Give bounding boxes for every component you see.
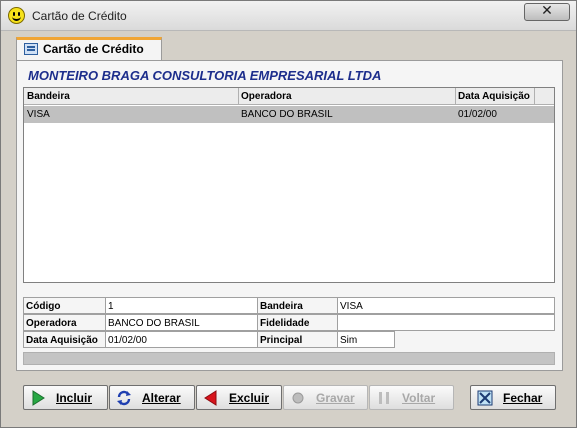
gravar-label: Gravar [316, 391, 355, 405]
operadora-field[interactable]: BANCO DO BRASIL [105, 314, 258, 331]
status-bar [23, 352, 555, 365]
grid-header: Bandeira Operadora Data Aquisição [24, 88, 534, 105]
column-header-data-aquisicao[interactable]: Data Aquisição [458, 91, 530, 102]
fidelidade-label: Fidelidade [257, 314, 338, 331]
operadora-label: Operadora [23, 314, 106, 331]
fechar-label: Fechar [503, 391, 543, 405]
bandeira-field[interactable]: VISA [337, 297, 555, 314]
excluir-label: Excluir [229, 391, 270, 405]
close-window-button[interactable]: ✕ [524, 3, 570, 21]
refresh-icon [117, 390, 131, 406]
play-arrow-icon [32, 390, 45, 406]
close-box-icon [477, 390, 493, 406]
column-header-bandeira[interactable]: Bandeira [27, 91, 70, 102]
codigo-field[interactable]: 1 [105, 297, 258, 314]
voltar-label: Voltar [402, 391, 436, 405]
codigo-label: Código [23, 297, 106, 314]
grid-header-endcap [534, 88, 554, 105]
incluir-button[interactable]: Incluir [23, 385, 108, 410]
alterar-label: Alterar [142, 391, 181, 405]
window-title: Cartão de Crédito [32, 9, 127, 23]
incluir-label: Incluir [56, 391, 93, 405]
cell-bandeira: VISA [27, 109, 50, 120]
title-bar[interactable]: Cartão de Crédito ✕ [1, 1, 576, 31]
principal-field[interactable]: Sim [337, 331, 395, 348]
tab-label: Cartão de Crédito [43, 42, 144, 56]
bandeira-label: Bandeira [257, 297, 338, 314]
cell-operadora: BANCO DO BRASIL [241, 109, 333, 120]
voltar-button[interactable]: Voltar [369, 385, 454, 410]
data-aquisicao-label: Data Aquisição [23, 331, 106, 348]
credit-card-window: Cartão de Crédito ✕ Cartão de Crédito MO… [0, 0, 577, 428]
company-name: MONTEIRO BRAGA CONSULTORIA EMPRESARIAL L… [28, 68, 382, 83]
tab-cartao-de-credito[interactable]: Cartão de Crédito [16, 37, 162, 61]
cards-grid[interactable]: Bandeira Operadora Data Aquisição VISA B… [23, 87, 555, 283]
pause-icon [379, 392, 389, 404]
data-aquisicao-field[interactable]: 01/02/00 [105, 331, 258, 348]
record-icon [292, 392, 304, 404]
cell-data-aquisicao: 01/02/00 [458, 109, 497, 120]
column-header-operadora[interactable]: Operadora [241, 91, 292, 102]
principal-label: Principal [257, 331, 338, 348]
fechar-button[interactable]: Fechar [470, 385, 556, 410]
smiley-icon [8, 7, 25, 24]
alterar-button[interactable]: Alterar [109, 385, 195, 410]
gravar-button[interactable]: Gravar [283, 385, 368, 410]
excluir-button[interactable]: Excluir [196, 385, 282, 410]
back-arrow-icon [204, 390, 217, 406]
card-list-icon [24, 43, 38, 55]
table-row[interactable]: VISA BANCO DO BRASIL 01/02/00 [24, 106, 554, 123]
fidelidade-field[interactable] [337, 314, 555, 331]
